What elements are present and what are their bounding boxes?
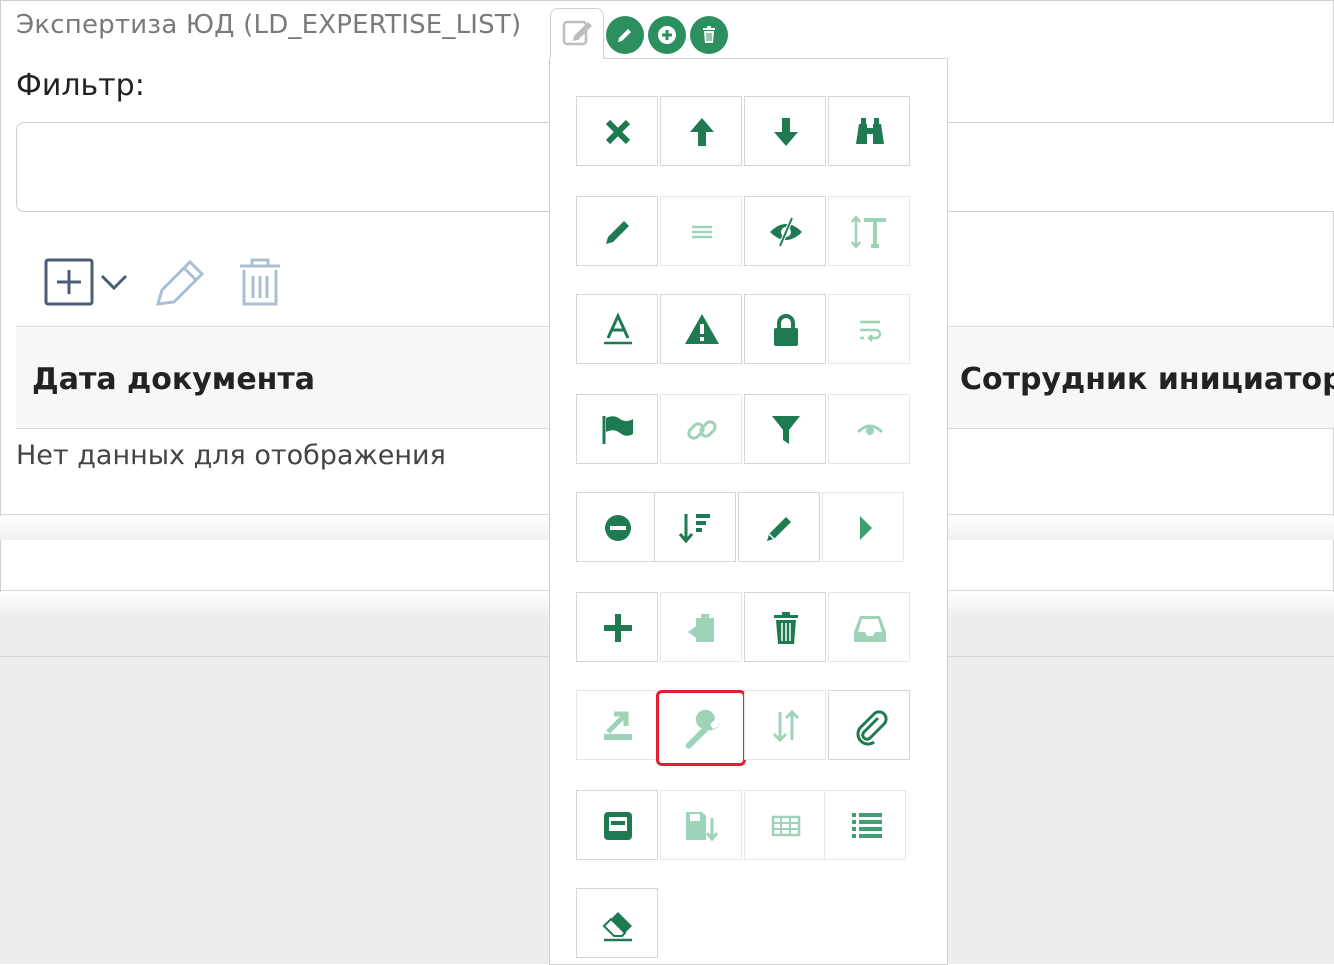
icon-tile-inbox[interactable]	[828, 592, 910, 662]
icon-tile-text-wrap[interactable]	[828, 294, 910, 364]
filter-icon	[772, 416, 800, 444]
icon-tile-list[interactable]	[660, 196, 742, 266]
window-icon	[604, 812, 632, 840]
icon-tile-sort[interactable]	[744, 690, 826, 760]
icon-tile-trash[interactable]	[744, 592, 826, 662]
text-wrap-icon	[860, 320, 882, 342]
icon-tile-eye[interactable]	[828, 394, 910, 464]
icon-tile-filter[interactable]	[744, 394, 826, 464]
add-with-dropdown-icon	[44, 258, 128, 306]
wrench-icon	[685, 709, 720, 749]
delete-record-button[interactable]	[236, 258, 284, 312]
sort-amount-down-icon	[678, 514, 710, 544]
add-record-button[interactable]	[44, 258, 134, 312]
table-icon	[771, 815, 801, 837]
column-header-initiator[interactable]: Сотрудник инициатор	[960, 362, 1334, 397]
pencil-icon	[618, 29, 631, 42]
trash-icon	[240, 258, 280, 306]
icon-tile-paperclip[interactable]	[828, 690, 910, 760]
eye-icon	[856, 424, 884, 435]
icon-tile-pencil[interactable]	[576, 196, 658, 266]
icon-tile-paste[interactable]	[660, 592, 742, 662]
eye-slash-icon	[770, 217, 802, 247]
sort-icon	[772, 709, 800, 743]
trash-icon	[703, 26, 715, 43]
icon-tile-warning[interactable]	[660, 294, 742, 364]
icon-tile-binoculars[interactable]	[828, 96, 910, 166]
edit-note-icon	[562, 20, 592, 46]
icon-tile-wrench-selected[interactable]	[656, 690, 746, 766]
icon-tile-plus[interactable]	[576, 592, 658, 662]
plus-icon	[604, 614, 632, 642]
close-icon	[605, 119, 631, 145]
header-delete-button[interactable]	[690, 16, 728, 54]
icon-tile-save-arrow[interactable]	[660, 790, 742, 860]
lock-icon	[774, 314, 798, 346]
icon-tile-arrow-down[interactable]	[744, 96, 826, 166]
icon-tile-link[interactable]	[660, 394, 742, 464]
paste-icon	[688, 614, 714, 642]
save-arrow-icon	[686, 812, 719, 842]
link-icon	[687, 420, 717, 440]
arrow-down-icon	[774, 118, 798, 146]
export-icon	[604, 711, 632, 740]
icon-tile-lock[interactable]	[744, 294, 826, 364]
arrow-up-icon	[690, 118, 714, 146]
list-icon	[692, 225, 712, 239]
icon-tile-close[interactable]	[576, 96, 658, 166]
page-title: Экспертиза ЮД (LD_EXPERTISE_LIST)	[16, 10, 522, 40]
caret-right-icon	[860, 516, 872, 540]
icon-tile-eye-slash[interactable]	[744, 196, 826, 266]
pencil-icon	[606, 221, 629, 244]
icon-tile-window[interactable]	[576, 790, 658, 860]
plus-icon	[658, 26, 676, 44]
flag-icon	[602, 416, 633, 444]
icon-tile-pen[interactable]	[738, 492, 820, 562]
edit-mode-toggle[interactable]	[550, 8, 604, 59]
icon-picker-panel-border	[603, 58, 946, 59]
icon-tile-caret-right[interactable]	[822, 492, 904, 562]
icon-tile-flag[interactable]	[576, 394, 658, 464]
eraser-icon	[602, 912, 632, 942]
filter-label: Фильтр:	[16, 68, 145, 103]
binoculars-icon	[856, 118, 884, 144]
pen-icon	[767, 517, 791, 541]
text-height-icon	[851, 214, 886, 250]
empty-table-message: Нет данных для отображения	[16, 440, 446, 471]
icon-tile-text-height[interactable]	[828, 196, 910, 266]
font-icon	[604, 312, 632, 345]
inbox-icon	[854, 616, 886, 642]
column-header-document-date[interactable]: Дата документа	[32, 362, 315, 397]
icon-tile-font[interactable]	[576, 294, 658, 364]
paperclip-icon	[856, 710, 888, 746]
header-edit-button[interactable]	[606, 16, 644, 54]
pencil-icon	[155, 259, 205, 306]
edit-record-button[interactable]	[154, 258, 206, 312]
icon-tile-eraser[interactable]	[576, 888, 658, 958]
header-add-button[interactable]	[648, 16, 686, 54]
icon-tile-table[interactable]	[744, 790, 826, 860]
icon-tile-sort-amount-down[interactable]	[654, 492, 736, 562]
warning-icon	[685, 314, 719, 344]
minus-circle-icon	[605, 515, 631, 541]
icon-tile-list-ul[interactable]	[824, 790, 906, 860]
list-ul-icon	[852, 813, 882, 838]
icon-tile-minus-circle[interactable]	[576, 492, 658, 562]
trash-icon	[774, 612, 798, 644]
icon-tile-arrow-up[interactable]	[660, 96, 742, 166]
icon-tile-export[interactable]	[576, 690, 658, 760]
